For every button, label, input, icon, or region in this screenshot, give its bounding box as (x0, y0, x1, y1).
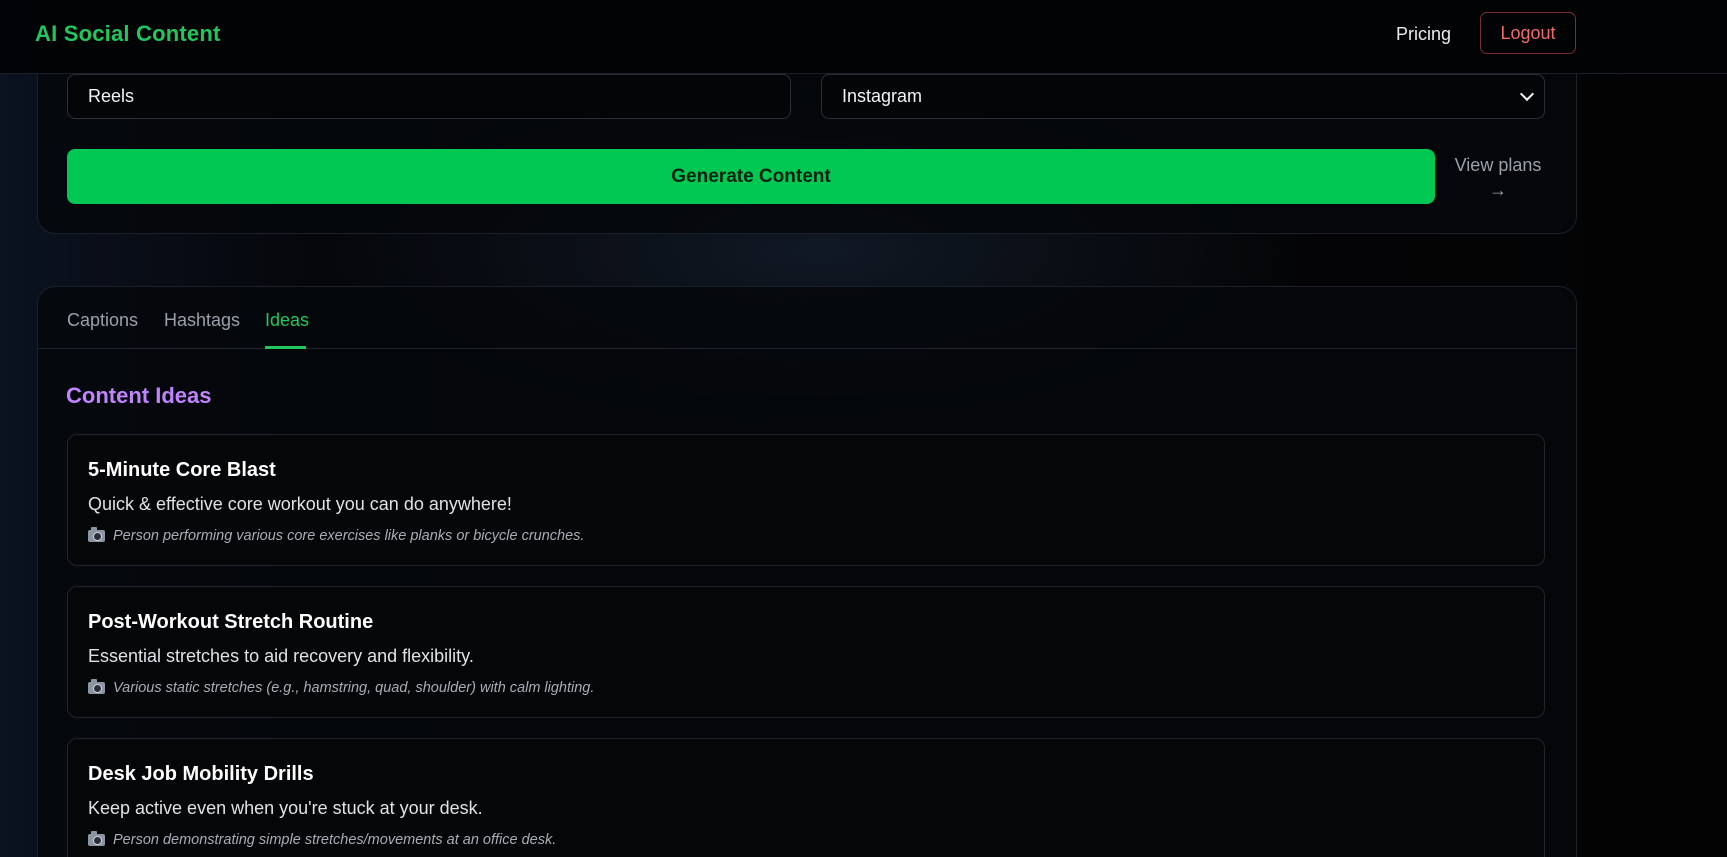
results-tabs: Captions Hashtags Ideas (37, 286, 1577, 349)
idea-visual-hint: Various static stretches (e.g., hamstrin… (88, 679, 595, 696)
tab-ideas[interactable]: Ideas (265, 310, 309, 331)
format-input[interactable]: Reels (67, 74, 791, 119)
idea-visual-hint: Person demonstrating simple stretches/mo… (88, 831, 557, 848)
generate-content-button[interactable]: Generate Content (67, 149, 1435, 204)
platform-select-value: Instagram (842, 86, 923, 106)
content-ideas-heading: Content Ideas (66, 383, 212, 408)
top-navbar: AI Social Content Pricing Logout (0, 0, 1727, 74)
idea-description: Essential stretches to aid recovery and … (88, 646, 474, 666)
view-plans-label: View plans (1454, 155, 1542, 175)
idea-card: Post-Workout Stretch Routine Essential s… (67, 586, 1545, 718)
idea-title: Post-Workout Stretch Routine (88, 611, 374, 633)
arrow-right-icon: → (1489, 180, 1507, 200)
idea-title: 5-Minute Core Blast (88, 459, 276, 481)
idea-description: Quick & effective core workout you can d… (88, 494, 512, 514)
pricing-link[interactable]: Pricing (1396, 24, 1451, 45)
camera-icon (88, 679, 105, 694)
idea-card: Desk Job Mobility Drills Keep active eve… (67, 738, 1545, 857)
idea-description: Keep active even when you're stuck at yo… (88, 798, 483, 818)
idea-visual-text: Person performing various core exercises… (113, 528, 585, 544)
tab-captions[interactable]: Captions (67, 310, 138, 331)
camera-icon (88, 527, 105, 542)
idea-card: 5-Minute Core Blast Quick & effective co… (67, 434, 1545, 566)
logout-button[interactable]: Logout (1480, 12, 1576, 54)
brand-logo[interactable]: AI Social Content (35, 21, 221, 47)
tab-hashtags[interactable]: Hashtags (164, 310, 240, 331)
idea-visual-text: Person demonstrating simple stretches/mo… (113, 832, 557, 848)
camera-icon (88, 831, 105, 846)
chevron-down-icon (1519, 86, 1535, 102)
platform-select[interactable]: Instagram (821, 74, 1545, 119)
idea-visual-text: Various static stretches (e.g., hamstrin… (113, 680, 595, 696)
format-input-value: Reels (88, 86, 135, 106)
idea-visual-hint: Person performing various core exercises… (88, 527, 585, 544)
active-tab-indicator (265, 346, 306, 349)
view-plans-link[interactable]: View plans → (1450, 153, 1546, 203)
idea-title: Desk Job Mobility Drills (88, 763, 314, 785)
